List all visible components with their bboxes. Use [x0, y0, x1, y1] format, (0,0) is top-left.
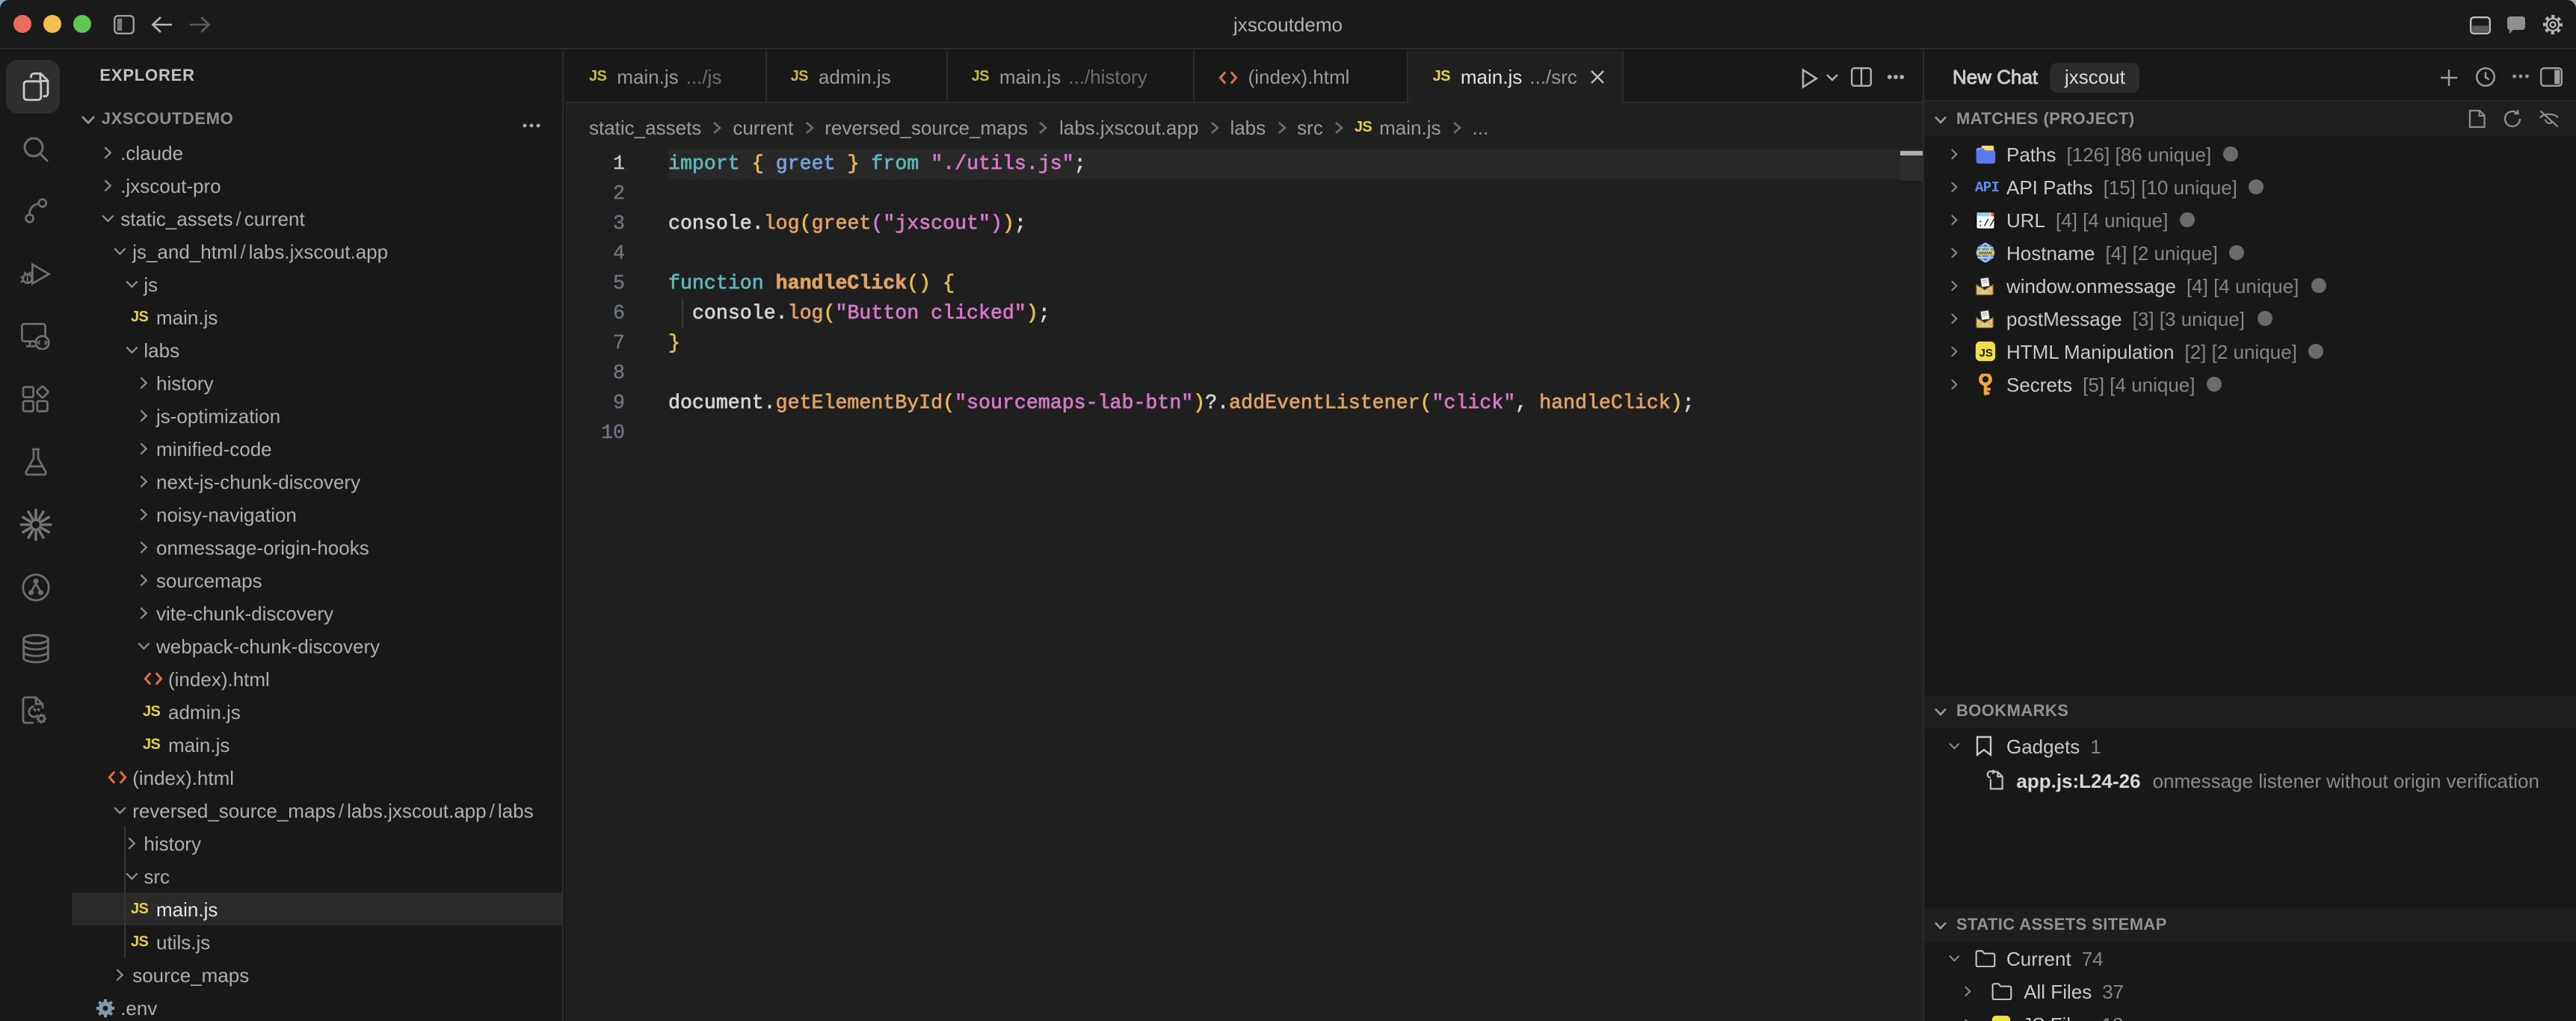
svg-text:www: www — [1978, 249, 1992, 256]
svg-text:JS: JS — [1979, 348, 1993, 360]
svg-text:://_: ://_ — [1977, 217, 1996, 228]
